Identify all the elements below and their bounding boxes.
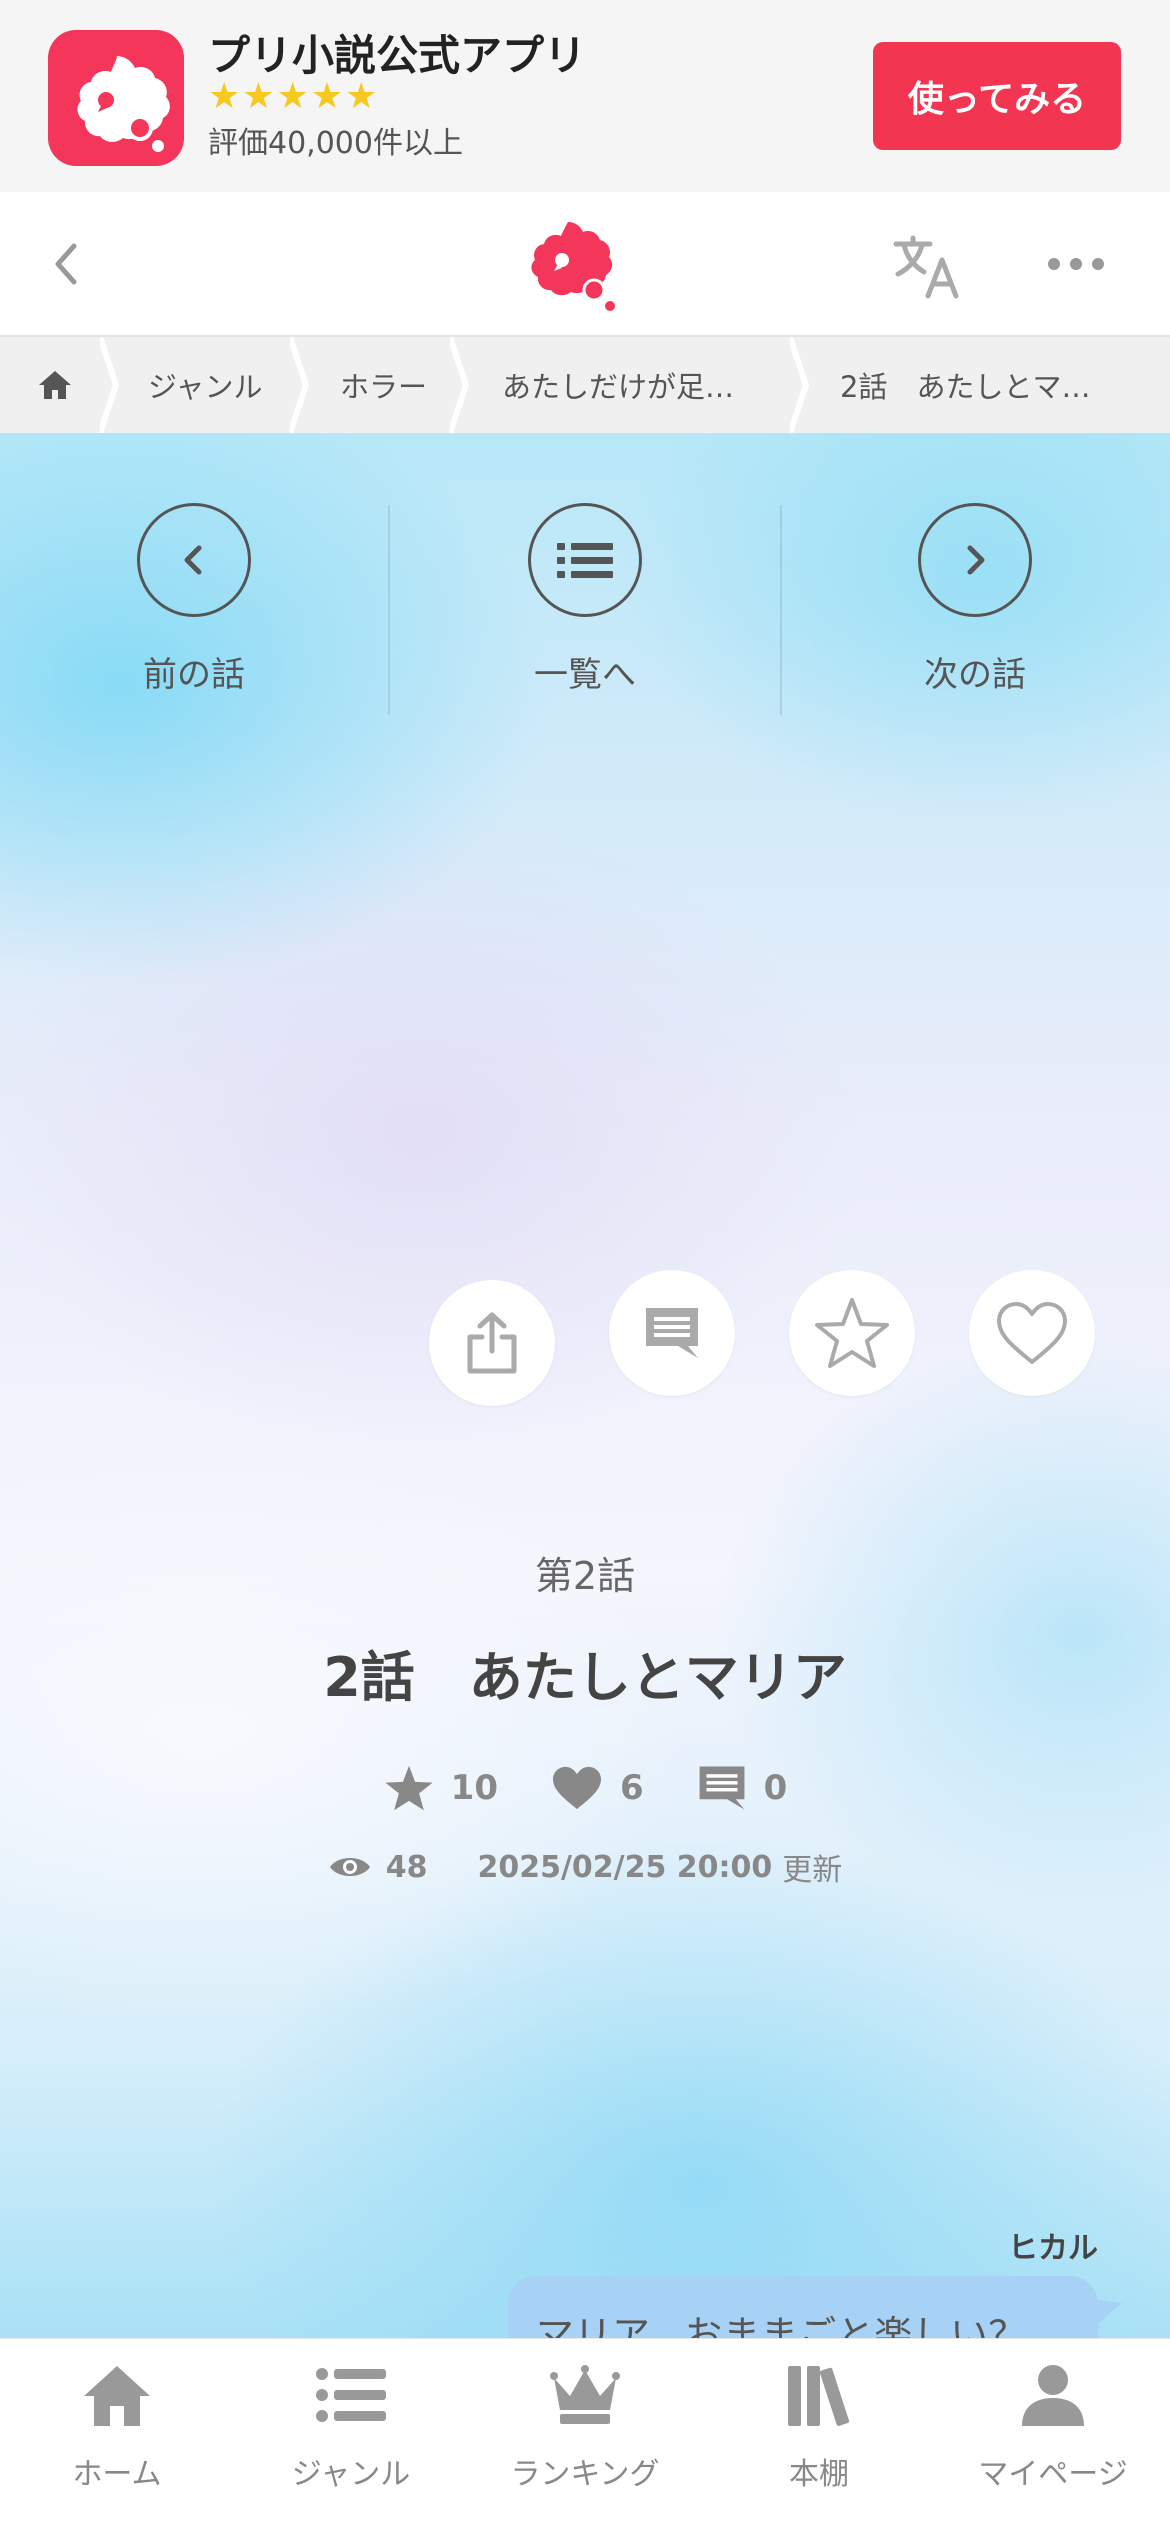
- tab-genre-label: ジャンル: [291, 2457, 411, 2492]
- star-count-value: 10: [450, 1768, 498, 1808]
- prisho-logo-icon[interactable]: [522, 216, 622, 312]
- episode-title: 2話 あたしとマリア: [323, 1646, 847, 1709]
- person-icon: [1013, 2355, 1093, 2435]
- tab-home[interactable]: ホーム: [0, 2339, 234, 2532]
- eye-icon: [329, 1858, 370, 1876]
- chat-message: マリア、おままごと楽しい？: [536, 2313, 1027, 2338]
- breadcrumb-separator: [790, 337, 810, 433]
- comment-icon: [646, 1308, 698, 1358]
- comment-button[interactable]: [609, 1270, 735, 1396]
- share-button[interactable]: [429, 1280, 555, 1406]
- tab-ranking[interactable]: ランキング: [468, 2339, 702, 2532]
- like-heart-button[interactable]: [969, 1270, 1095, 1396]
- more-dots-icon[interactable]: [1048, 252, 1104, 276]
- home-icon: [77, 2355, 157, 2435]
- prev-episode-label: 前の話: [143, 655, 245, 695]
- tab-bookshelf-label: 本棚: [789, 2457, 849, 2492]
- tab-genre[interactable]: ジャンル: [234, 2339, 468, 2532]
- share-icon: [467, 1312, 517, 1374]
- breadcrumb-separator: [100, 337, 120, 433]
- nav-divider: [780, 505, 782, 715]
- list-circle: [528, 503, 642, 617]
- app-rating-stars: ★★★★★: [208, 76, 380, 117]
- translate-icon[interactable]: [892, 234, 964, 300]
- updated-date: 2025/02/25 20:00: [477, 1849, 773, 1885]
- comment-count: 0: [696, 1763, 788, 1813]
- next-episode-button[interactable]: 次の話: [845, 503, 1105, 703]
- next-circle: [918, 503, 1032, 617]
- bubble-tail: [1092, 2299, 1122, 2329]
- episode-meta: 48 2025/02/25 20:00 更新: [0, 1845, 1170, 1889]
- updated-label: 更新: [782, 1853, 843, 1888]
- breadcrumb-separator: [450, 337, 470, 433]
- prev-episode-button[interactable]: 前の話: [64, 503, 324, 703]
- tab-mypage-label: マイページ: [978, 2457, 1128, 2492]
- list-icon: [311, 2355, 391, 2435]
- nav-divider: [388, 505, 390, 715]
- app-rating-text: 評価40,000件以上: [208, 126, 463, 161]
- app-title: プリ小説公式アプリ: [208, 31, 587, 80]
- chevron-left-icon[interactable]: [46, 236, 86, 292]
- comment-count-value: 0: [763, 1768, 788, 1808]
- app-install-banner: プリ小説公式アプリ ★★★★★ 評価40,000件以上 使ってみる: [0, 0, 1170, 192]
- try-app-button[interactable]: 使ってみる: [873, 42, 1121, 150]
- list-icon: [557, 543, 613, 578]
- breadcrumb-item-genre[interactable]: ジャンル: [148, 337, 263, 433]
- breadcrumb: ジャンル ホラー あたしだけが足… 2話 あたしとマ…: [0, 337, 1170, 433]
- breadcrumb-item-horror[interactable]: ホラー: [340, 337, 427, 433]
- episode-stats: 10 6 0: [0, 1763, 1170, 1813]
- view-count-value: 48: [385, 1849, 428, 1885]
- episode-list-button[interactable]: 一覧へ: [455, 503, 715, 703]
- tab-mypage[interactable]: マイページ: [936, 2339, 1170, 2532]
- heart-icon: [552, 1766, 601, 1810]
- home-icon: [39, 371, 71, 399]
- crown-icon: [545, 2355, 625, 2435]
- next-episode-label: 次の話: [924, 655, 1026, 695]
- star-outline-icon: [815, 1298, 889, 1368]
- bottom-tab-bar: ホーム ジャンル ランキング 本棚 マイページ: [0, 2338, 1170, 2532]
- tab-bookshelf[interactable]: 本棚: [702, 2339, 936, 2532]
- tab-ranking-label: ランキング: [510, 2457, 660, 2492]
- like-count-value: 6: [619, 1768, 644, 1808]
- speaker-name: ヒカル: [1008, 2231, 1098, 2266]
- chat-bubble: マリア、おままごと楽しい？: [508, 2276, 1098, 2338]
- episode-list-label: 一覧へ: [534, 655, 636, 695]
- prev-circle: [137, 503, 251, 617]
- tab-home-label: ホーム: [72, 2457, 162, 2492]
- comment-icon: [699, 1766, 745, 1810]
- chevron-right-icon: [967, 545, 985, 575]
- episode-number: 第2話: [534, 1554, 636, 1598]
- breadcrumb-home[interactable]: [0, 337, 110, 433]
- breadcrumb-item-novel[interactable]: あたしだけが足…: [502, 337, 734, 433]
- app-logo-icon: [48, 30, 184, 166]
- star-count: 10: [383, 1763, 498, 1813]
- bookshelf-icon: [779, 2355, 859, 2435]
- favorite-star-button[interactable]: [789, 1270, 915, 1396]
- heart-outline-icon: [997, 1302, 1067, 1364]
- chevron-left-icon: [184, 545, 202, 575]
- breadcrumb-separator: [290, 337, 310, 433]
- like-count: 6: [550, 1764, 644, 1812]
- episode-content: 前の話 一覧へ 次の話 第2話 2話 あたしとマリア 10 6 0 48 202…: [0, 433, 1170, 2338]
- star-icon: [385, 1765, 433, 1811]
- site-header: [0, 192, 1170, 337]
- view-count: 48: [328, 1849, 428, 1885]
- breadcrumb-item-episode: 2話 あたしとマ…: [840, 370, 1091, 404]
